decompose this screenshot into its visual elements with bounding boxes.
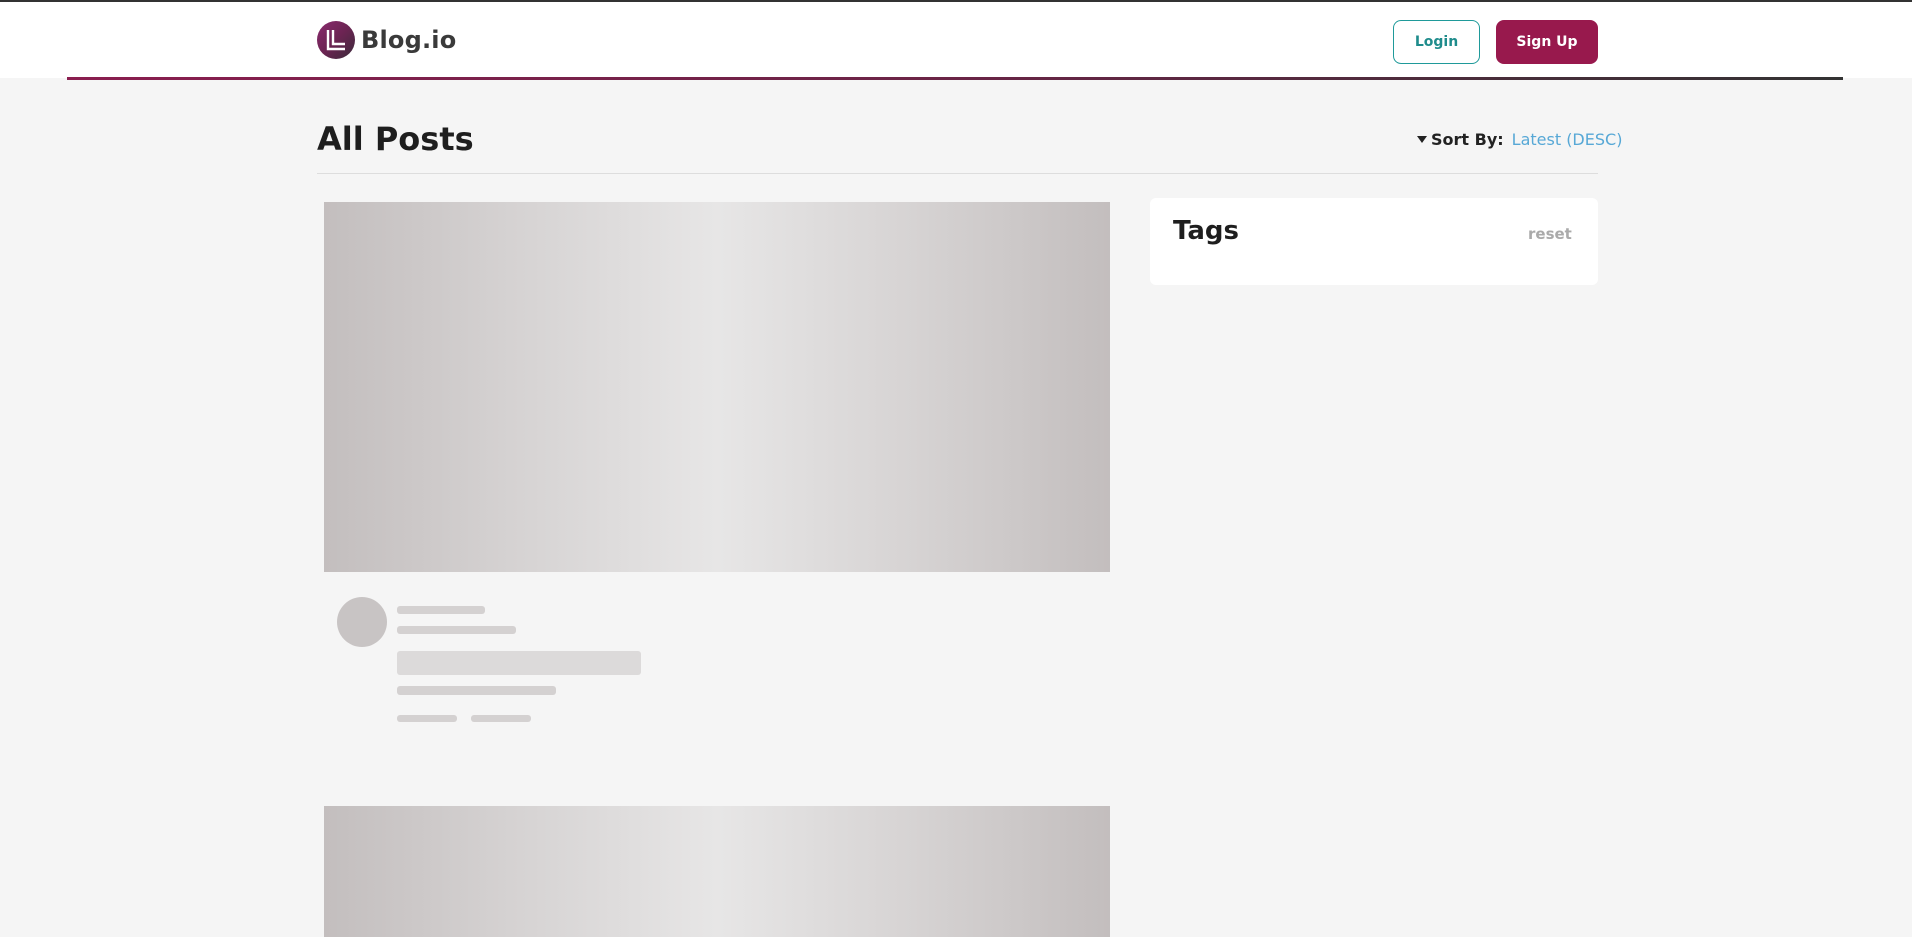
signup-button[interactable]: Sign Up xyxy=(1496,20,1598,64)
author-name-placeholder xyxy=(397,606,485,614)
post-date-placeholder xyxy=(397,626,516,634)
post-image-placeholder xyxy=(324,202,1110,572)
caret-down-icon xyxy=(1417,136,1427,143)
site-header: Blog.io Login Sign Up xyxy=(0,2,1912,80)
tags-panel: Tags reset xyxy=(1150,198,1598,285)
post-subtitle-placeholder xyxy=(397,686,556,695)
post-title-placeholder xyxy=(397,651,641,675)
brand-name: Blog.io xyxy=(361,26,457,54)
brand-logo[interactable]: Blog.io xyxy=(317,21,456,59)
sort-control[interactable]: Sort By: Latest (DESC) xyxy=(1417,130,1622,149)
sort-label: Sort By: xyxy=(1431,130,1504,149)
header-accent-line xyxy=(67,77,1843,80)
post-image-placeholder xyxy=(324,806,1110,937)
blog-logo-icon xyxy=(317,21,355,59)
tags-title: Tags xyxy=(1173,216,1240,246)
post-tag-placeholder xyxy=(397,715,457,722)
tags-reset-button[interactable]: reset xyxy=(1528,225,1572,243)
avatar-placeholder xyxy=(337,597,387,647)
sort-value-link[interactable]: Latest (DESC) xyxy=(1512,130,1623,149)
page-title: All Posts xyxy=(317,120,474,158)
post-tag-placeholder xyxy=(471,715,531,722)
login-button[interactable]: Login xyxy=(1393,20,1480,64)
title-divider xyxy=(317,173,1598,174)
